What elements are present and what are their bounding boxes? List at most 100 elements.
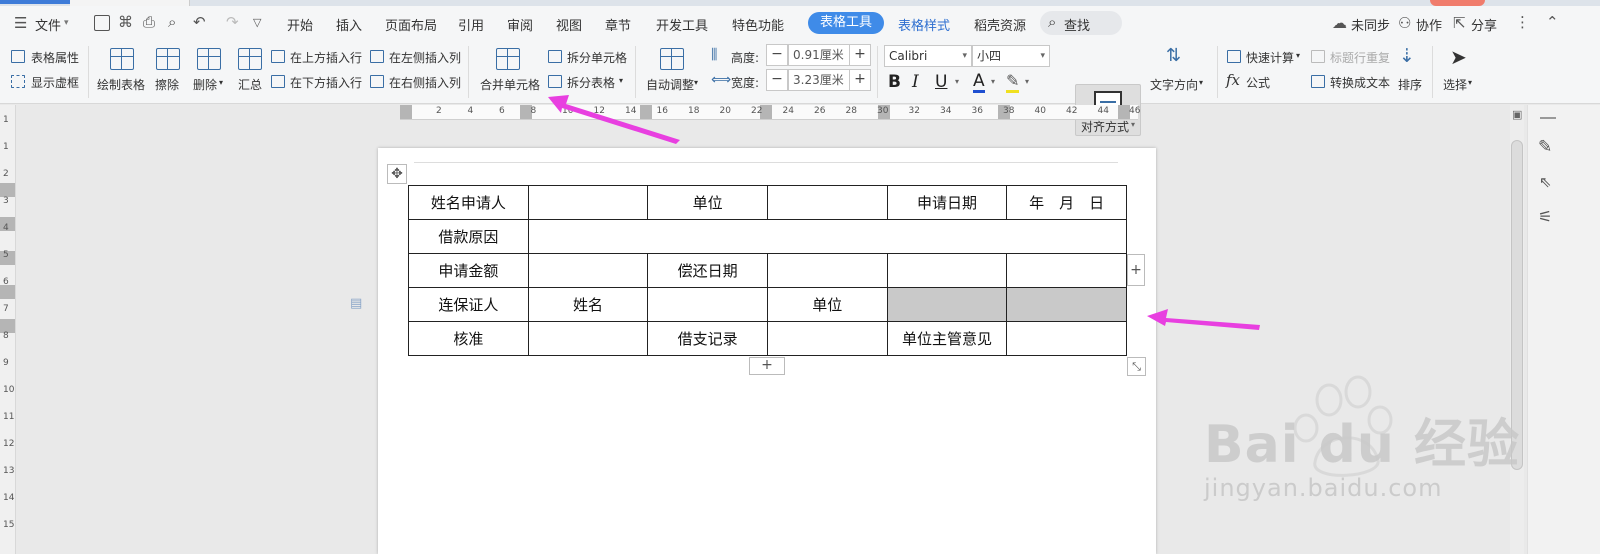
more-vertical-icon[interactable]: ⋮: [1515, 13, 1530, 31]
table-cell[interactable]: [647, 287, 768, 322]
chevron-down-icon[interactable]: ▾: [1025, 77, 1029, 86]
file-menu[interactable]: 文件: [35, 15, 61, 34]
menu-item-insert[interactable]: 插入: [336, 15, 362, 34]
split-cells-button[interactable]: 拆分单元格: [567, 49, 627, 66]
save-icon[interactable]: [94, 15, 110, 31]
collapse-icon[interactable]: ⌃: [1546, 13, 1559, 31]
table-cell[interactable]: 单位: [766, 287, 888, 322]
menu-item-reference[interactable]: 引用: [458, 15, 484, 34]
table-cell[interactable]: 单位: [647, 185, 768, 220]
format-painter-icon[interactable]: ⌘: [118, 13, 133, 31]
table-cell[interactable]: [766, 253, 888, 288]
select-button[interactable]: 选择: [1443, 76, 1467, 93]
page-settings-icon[interactable]: ▣: [1512, 108, 1522, 121]
table-cell[interactable]: [1006, 253, 1127, 288]
menu-item-developer[interactable]: 开发工具: [656, 15, 708, 34]
font-name-select[interactable]: Calibri ▾: [884, 45, 972, 67]
font-color-icon[interactable]: A: [973, 72, 985, 93]
table-cell[interactable]: 偿还日期: [647, 253, 768, 288]
table-cell[interactable]: 申请日期: [886, 185, 1008, 220]
auto-fit-button[interactable]: 自动调整: [646, 76, 694, 93]
resize-table-icon[interactable]: ⤡: [1127, 357, 1146, 376]
menu-item-chapter[interactable]: 章节: [605, 15, 631, 34]
table-cell[interactable]: [886, 287, 1008, 322]
collab-button[interactable]: 协作: [1416, 15, 1442, 34]
add-column-button[interactable]: +: [1127, 254, 1145, 286]
chevron-down-icon[interactable]: ▾: [1199, 78, 1203, 87]
formula-button[interactable]: 公式: [1246, 74, 1270, 91]
unsync-status[interactable]: 未同步: [1351, 15, 1390, 34]
table-move-handle[interactable]: ✥: [387, 164, 407, 184]
chevron-down-icon[interactable]: ▾: [991, 77, 995, 86]
menu-item-review[interactable]: 审阅: [507, 15, 533, 34]
height-input[interactable]: 0.91厘米: [788, 44, 850, 66]
table-props-button[interactable]: 表格属性: [31, 49, 79, 66]
width-input[interactable]: 3.23厘米: [788, 69, 850, 91]
chevron-down-icon[interactable]: ▾: [64, 18, 69, 28]
select-arrow-icon[interactable]: ⇖: [1539, 173, 1552, 191]
share-button[interactable]: 分享: [1471, 15, 1497, 34]
undo-icon[interactable]: ↶: [193, 13, 206, 31]
convert-text-button[interactable]: 转换成文本: [1330, 74, 1390, 91]
more-icon[interactable]: ▽: [253, 16, 261, 29]
tab-table-tools[interactable]: 表格工具: [808, 12, 885, 34]
merge-cells-button[interactable]: 合并单元格: [480, 76, 540, 93]
print-icon[interactable]: ⎙: [143, 13, 155, 31]
delete-button[interactable]: 删除: [193, 76, 217, 93]
hamburger-icon[interactable]: ☰: [14, 14, 27, 32]
chevron-down-icon[interactable]: ▾: [219, 78, 223, 87]
table-cell[interactable]: 单位主管意见: [886, 321, 1008, 356]
split-table-button[interactable]: 拆分表格: [567, 74, 615, 91]
add-row-button[interactable]: +: [749, 357, 785, 375]
underline-icon[interactable]: U: [935, 72, 947, 92]
table-cell[interactable]: [766, 185, 888, 220]
chevron-down-icon[interactable]: ▾: [694, 78, 698, 87]
loan-application-table[interactable]: 姓名申请人 单位 申请日期年 月 日借款原因 申请金额 偿还日期 连保证人 姓名 单位 核准 借支…: [408, 185, 1128, 356]
insert-col-left-button[interactable]: 在左侧插入列: [389, 49, 461, 66]
text-direction-button[interactable]: 文字方向: [1150, 76, 1198, 93]
summary-button[interactable]: 汇总: [238, 76, 262, 93]
insert-row-above-button[interactable]: 在上方插入行: [290, 49, 362, 66]
settings-sliders-icon[interactable]: ⚟: [1538, 207, 1552, 226]
table-cell[interactable]: [1006, 287, 1127, 322]
chevron-down-icon[interactable]: ▾: [955, 77, 959, 86]
table-cell[interactable]: 年 月 日: [1006, 185, 1127, 220]
draw-table-button[interactable]: 绘制表格: [97, 76, 145, 93]
chevron-down-icon[interactable]: ▾: [1296, 51, 1300, 60]
redo-icon[interactable]: ↷: [226, 13, 239, 31]
highlight-icon[interactable]: ✎: [1006, 72, 1020, 93]
height-decrease-button[interactable]: −: [766, 44, 788, 66]
table-cell[interactable]: 姓名申请人: [408, 185, 529, 220]
table-cell[interactable]: 借支记录: [647, 321, 768, 356]
table-cell[interactable]: 姓名: [527, 287, 649, 322]
height-increase-button[interactable]: +: [849, 44, 871, 66]
table-cell[interactable]: [527, 219, 1128, 254]
table-cell[interactable]: [766, 321, 888, 356]
font-size-select[interactable]: 小四 ▾: [972, 45, 1050, 67]
table-cell[interactable]: 借款原因: [408, 219, 529, 254]
active-doc-tab-indicator[interactable]: [0, 0, 70, 4]
width-decrease-button[interactable]: −: [766, 69, 788, 91]
insert-col-right-button[interactable]: 在右侧插入列: [389, 74, 461, 91]
tab-table-style[interactable]: 表格样式: [898, 15, 950, 34]
menu-item-start[interactable]: 开始: [287, 15, 313, 34]
horizontal-ruler[interactable]: 2 4 6 8 10 12 14 16 18 20 22 24 26 28 30 32 34 36 38 40 42 44…: [400, 105, 1140, 120]
chevron-down-icon[interactable]: ▾: [1468, 78, 1472, 87]
menu-item-page-layout[interactable]: 页面布局: [385, 15, 437, 34]
paragraph-icon[interactable]: ▤: [350, 296, 362, 311]
vertical-ruler[interactable]: 1 1 2 3 4 5 6 7 8 9 10 11 12 13 14 15: [0, 105, 16, 554]
italic-icon[interactable]: I: [912, 72, 919, 92]
table-cell[interactable]: 连保证人: [408, 287, 529, 322]
edit-pen-icon[interactable]: ✎: [1538, 137, 1552, 157]
menu-item-features[interactable]: 特色功能: [732, 15, 784, 34]
sort-button[interactable]: 排序: [1398, 76, 1422, 93]
table-cell[interactable]: 申请金额: [408, 253, 529, 288]
quick-calc-button[interactable]: 快速计算: [1246, 49, 1294, 66]
table-cell[interactable]: [527, 321, 649, 356]
chevron-down-icon[interactable]: ▾: [619, 76, 623, 85]
collapse-panel-icon[interactable]: [1540, 117, 1556, 119]
table-cell[interactable]: [527, 253, 649, 288]
table-cell[interactable]: [527, 185, 649, 220]
table-cell[interactable]: 核准: [408, 321, 529, 356]
print-preview-icon[interactable]: ⌕: [168, 13, 176, 31]
